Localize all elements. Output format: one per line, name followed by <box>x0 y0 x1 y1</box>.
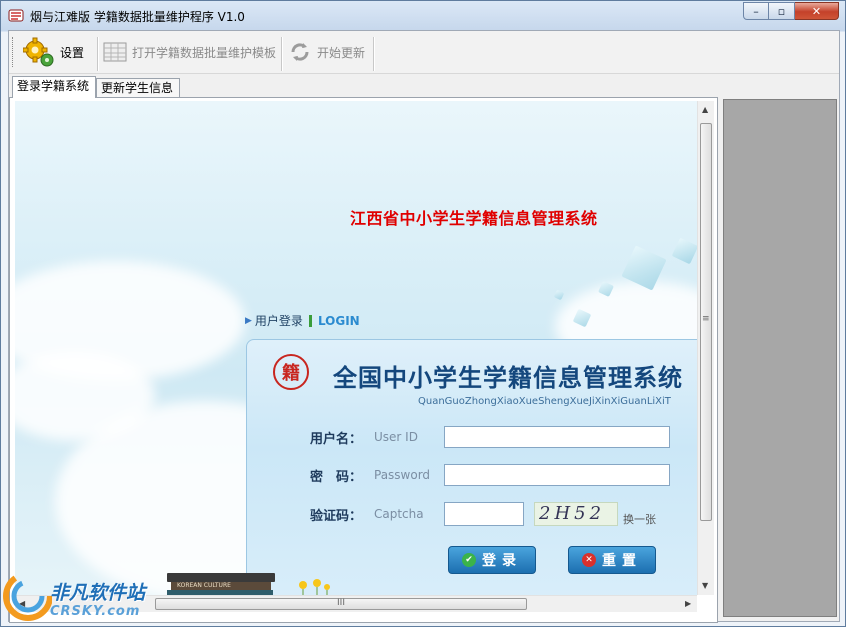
title-bar[interactable]: 烟与江难版 学籍数据批量维护程序 V1.0 – ▫ ✕ <box>1 1 845 29</box>
captcha-input[interactable] <box>444 502 524 526</box>
scroll-up-icon[interactable]: ▲ <box>702 105 708 114</box>
books-decoration: KOREAN CULTURE <box>167 573 275 595</box>
scroll-right-icon[interactable]: ▶ <box>685 599 691 608</box>
tab-login-system[interactable]: 登录学籍系统 <box>12 76 96 98</box>
toolbar-separator <box>281 37 283 71</box>
app-icon <box>8 9 24 22</box>
panel-title: 全国中小学生学籍信息管理系统 <box>333 364 683 392</box>
grip-icon: ≡ <box>702 314 710 324</box>
login-caption-en: LOGIN <box>317 313 360 328</box>
captcha-row: 验证码： Captcha <box>310 502 524 526</box>
caption-divider <box>308 314 312 327</box>
cube-decoration <box>553 289 565 301</box>
tab-update-student-info[interactable]: 更新学生信息 <box>96 78 180 97</box>
captcha-refresh-link[interactable]: 换一张 <box>623 511 656 527</box>
open-template-label: 打开学籍数据批量维护模板 <box>132 45 277 60</box>
start-update-label: 开始更新 <box>317 45 366 60</box>
gear-icon <box>23 37 54 67</box>
password-row: 密 码： Password <box>310 464 670 486</box>
system-title: 江西省中小学生学籍信息管理系统 <box>350 209 598 228</box>
username-label: 用户名： <box>310 431 363 447</box>
flower-decoration-icon <box>299 579 330 595</box>
start-update-button[interactable]: 开始更新 <box>284 35 369 69</box>
book-spine-label: KOREAN CULTURE <box>171 582 271 590</box>
scroll-down-icon[interactable]: ▼ <box>702 581 708 590</box>
cube-decoration <box>671 237 697 265</box>
client-area: 设置 打开学籍数据批量维护模板 开始更新 登录学籍系统 更新学生信息 江西省中小… <box>8 30 840 623</box>
login-button[interactable]: ✔ 登录 <box>448 546 536 574</box>
horizontal-scroll-thumb[interactable]: III <box>155 598 527 610</box>
login-panel: 籍 全国中小学生学籍信息管理系统 QuanGuoZhongXiaoXueShen… <box>246 339 697 595</box>
login-button-label: 登录 <box>482 553 522 569</box>
settings-button[interactable]: 设置 <box>19 35 88 69</box>
spreadsheet-icon <box>103 42 127 62</box>
panel-pinyin: QuanGuoZhongXiaoXueShengXueJiXinXiGuanLi… <box>418 396 671 407</box>
login-caption: ▶ 用户登录 LOGIN <box>245 312 360 329</box>
password-hint: Password <box>374 468 431 482</box>
cancel-icon: ✕ <box>582 553 596 567</box>
reset-button[interactable]: ✕ 重置 <box>568 546 656 574</box>
vertical-scrollbar[interactable]: ▲ ≡ ▼ <box>697 101 714 595</box>
captcha-label: 验证码： <box>310 508 363 524</box>
vertical-scroll-thumb[interactable]: ≡ <box>700 123 712 521</box>
watermark: 非凡软件站 CRSKY.com <box>2 568 162 624</box>
toolbar-separator <box>373 37 375 71</box>
app-window: 烟与江难版 学籍数据批量维护程序 V1.0 – ▫ ✕ 设置 打开学籍数据批量维… <box>0 0 846 627</box>
password-label: 密 码： <box>310 469 363 485</box>
right-side-panel <box>723 99 837 617</box>
toolbar-grip <box>12 37 16 67</box>
student-registry-emblem-icon: 籍 <box>273 354 309 390</box>
login-caption-cn: 用户登录 <box>254 314 303 328</box>
settings-label: 设置 <box>60 45 85 60</box>
reset-button-label: 重置 <box>602 553 642 569</box>
minimize-button[interactable]: – <box>743 2 769 20</box>
toolbar: 设置 打开学籍数据批量维护模板 开始更新 <box>9 31 839 74</box>
open-template-button[interactable]: 打开学籍数据批量维护模板 <box>99 35 280 69</box>
window-title: 烟与江难版 学籍数据批量维护程序 V1.0 <box>30 10 245 24</box>
crsky-logo-icon <box>3 571 52 621</box>
password-input[interactable] <box>444 464 670 486</box>
captcha-hint: Captcha <box>374 507 424 521</box>
username-hint: User ID <box>374 430 418 444</box>
username-row: 用户名： User ID <box>310 426 670 448</box>
check-icon: ✔ <box>462 553 476 567</box>
username-input[interactable] <box>444 426 670 448</box>
refresh-icon <box>291 43 309 61</box>
watermark-en: CRSKY.com <box>50 604 141 619</box>
embedded-browser: 江西省中小学生学籍信息管理系统 ▶ 用户登录 LOGIN 籍 全国中小学生学籍信… <box>15 101 697 595</box>
close-button[interactable]: ✕ <box>795 2 839 20</box>
maximize-button[interactable]: ▫ <box>769 2 795 20</box>
caret-right-icon: ▶ <box>245 315 252 326</box>
captcha-image[interactable]: 2H52 <box>534 502 618 526</box>
watermark-cn: 非凡软件站 <box>50 582 146 604</box>
